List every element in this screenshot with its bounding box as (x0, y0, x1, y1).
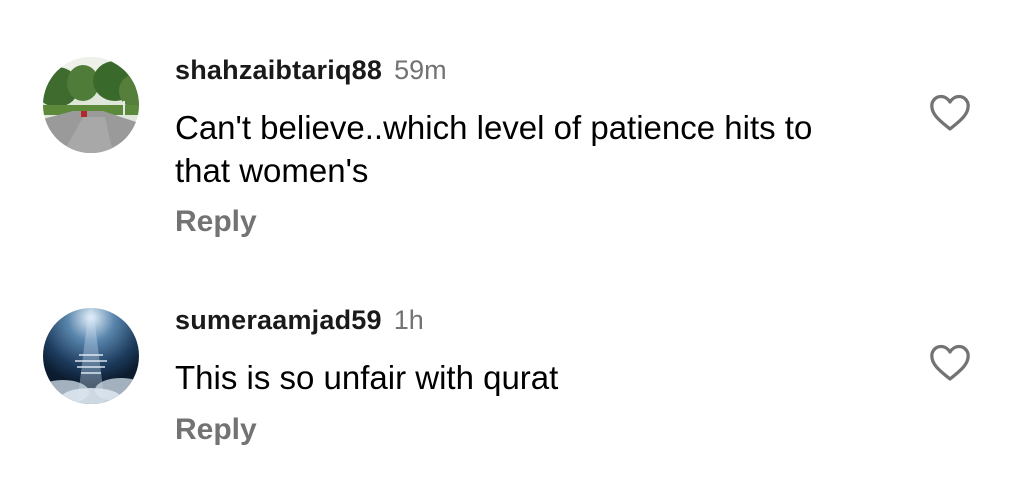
sky-light-avatar-icon (43, 308, 139, 404)
comment-text: This is so unfair with qurat (175, 359, 559, 396)
comment-item: shahzaibtariq88 59m Can't believe..which… (0, 0, 1024, 260)
like-button[interactable] (928, 92, 972, 132)
comment-text: Can't believe..which level of patience h… (175, 109, 813, 189)
username[interactable]: shahzaibtariq88 (175, 55, 382, 86)
reply-button[interactable]: Reply (175, 413, 257, 447)
avatar[interactable] (43, 308, 139, 404)
avatar[interactable] (43, 57, 139, 153)
timestamp: 59m (394, 55, 447, 85)
like-button[interactable] (928, 342, 972, 382)
username[interactable]: sumeraamjad59 (175, 305, 382, 336)
road-landscape-avatar-icon (43, 57, 139, 153)
comment-header: sumeraamjad59 1h (175, 305, 424, 336)
reply-button[interactable]: Reply (175, 205, 257, 239)
heart-outline-icon (930, 344, 970, 381)
comment-item: sumeraamjad59 1h This is so unfair with … (0, 260, 1024, 502)
comment-header: shahzaibtariq88 59m (175, 55, 447, 86)
timestamp: 1h (393, 305, 424, 335)
heart-outline-icon (930, 94, 970, 131)
